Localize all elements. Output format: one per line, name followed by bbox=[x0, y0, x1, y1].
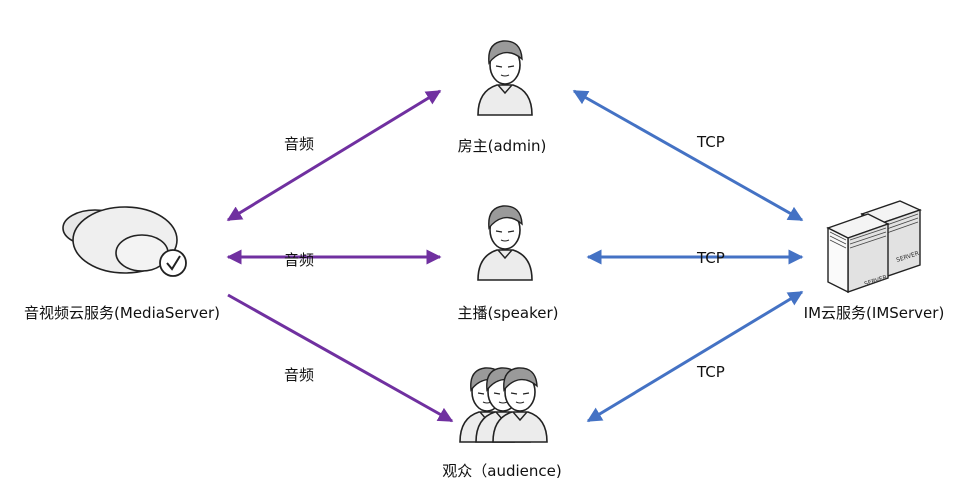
group-icon bbox=[459, 367, 548, 443]
edge-tcp-admin bbox=[572, 89, 804, 222]
edge-label-audio-speaker: 音频 bbox=[284, 251, 315, 269]
edge-tcp-audience bbox=[586, 290, 804, 423]
edge-label-audio-audience: 音频 bbox=[284, 366, 315, 384]
edge-label-tcp-speaker: TCP bbox=[697, 249, 725, 267]
server-icon: SERVER SERVER bbox=[826, 200, 922, 294]
audience-label: 观众（audience) bbox=[442, 462, 562, 480]
edge-label-tcp-audience: TCP bbox=[697, 363, 725, 381]
diagram-svg: SERVER SERVER bbox=[62, 40, 922, 443]
im-server-label: IM云服务(IMServer) bbox=[803, 304, 945, 322]
admin-label: 房主(admin) bbox=[457, 137, 547, 155]
media-server-label: 音视频云服务(MediaServer) bbox=[24, 304, 220, 322]
speaker-person-icon bbox=[477, 205, 533, 281]
edge-audio-audience bbox=[227, 293, 454, 423]
edge-label-tcp-admin: TCP bbox=[697, 133, 725, 151]
cloud-check-icon bbox=[62, 206, 187, 277]
edge-audio-admin bbox=[226, 89, 442, 222]
admin-person-icon bbox=[477, 40, 533, 116]
speaker-label: 主播(speaker) bbox=[457, 304, 559, 322]
diagram-canvas: SERVER SERVER 音视频云服务(MediaServer) 房主(adm… bbox=[0, 0, 972, 502]
edge-label-audio-admin: 音频 bbox=[284, 135, 315, 153]
